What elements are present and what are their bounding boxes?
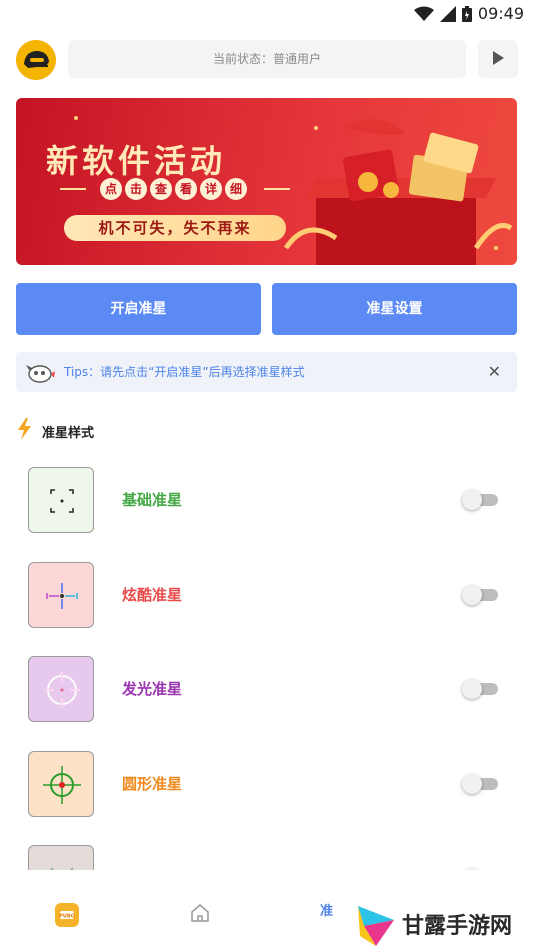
crosshair-style-item[interactable]: 炫酷准星 <box>28 562 508 628</box>
banner-divider-right <box>264 188 290 190</box>
crosshair-style-toggle[interactable] <box>462 679 500 699</box>
crosshair-style-label: 发光准星 <box>122 680 183 698</box>
cool-crosshair-preview <box>28 562 94 628</box>
status-bar: 09:49 <box>0 0 534 28</box>
pubg-icon: PUBG <box>54 903 80 932</box>
section-title: 准星样式 <box>42 425 95 441</box>
user-status-field: 当前状态：普通用户 <box>68 40 466 78</box>
banner-cta-char: 查 <box>150 178 172 200</box>
banner-subtitle: 机不可失，失不再来 <box>64 215 286 241</box>
tips-mascot-icon <box>26 362 56 388</box>
banner-cta: 点 击 查 看 详 细 <box>100 178 247 200</box>
crosshair-style-toggle[interactable] <box>462 585 500 605</box>
tab-pubg[interactable]: PUBG <box>54 902 80 932</box>
signal-icon <box>439 5 456 22</box>
avatar[interactable] <box>16 40 56 80</box>
banner-cta-char: 详 <box>200 178 222 200</box>
banner-cta-char: 细 <box>225 178 247 200</box>
watermark-logo-icon <box>354 902 398 950</box>
banner-cta-char: 点 <box>100 178 122 200</box>
crosshair-style-label: 圆形准星 <box>122 775 183 793</box>
watermark: 甘露手游网 <box>352 900 534 950</box>
glow-crosshair-preview <box>28 656 94 722</box>
crosshair-style-toggle[interactable] <box>462 774 500 794</box>
battery-icon <box>461 5 472 22</box>
crosshair-style-toggle[interactable] <box>462 490 500 510</box>
tips-bar: Tips：请先点击“开启准星”后再选择准星样式 ✕ <box>16 352 517 392</box>
crosshair-style-item[interactable]: 基础准星 <box>28 467 508 533</box>
promo-banner[interactable]: 新软件活动 点 击 查 看 详 细 机不可失，失不再来 <box>16 98 517 265</box>
tips-text: Tips：请先点击“开启准星”后再选择准星样式 <box>64 365 305 379</box>
home-icon <box>189 904 211 928</box>
banner-divider-left <box>60 188 86 190</box>
crosshair-style-label: 炫酷准星 <box>122 586 183 604</box>
lightning-icon <box>16 418 32 444</box>
crosshair-style-item[interactable]: 发光准星 <box>28 656 508 722</box>
crosshair-style-label: 基础准星 <box>122 491 183 509</box>
crosshair-settings-button[interactable]: 准星设置 <box>272 283 517 335</box>
close-icon[interactable]: ✕ <box>488 352 501 392</box>
banner-title: 新软件活动 <box>46 142 227 180</box>
tab-crosshair[interactable]: 准 <box>320 900 333 919</box>
crosshair-style-item[interactable]: 圆形准星 <box>28 751 508 817</box>
watermark-text: 甘露手游网 <box>402 914 513 939</box>
svg-text:PUBG: PUBG <box>59 914 75 920</box>
tab-crosshair-label: 准 <box>320 904 334 919</box>
basic-crosshair-preview <box>28 467 94 533</box>
play-icon <box>492 50 504 69</box>
circle-crosshair-preview <box>28 751 94 817</box>
header: 当前状态：普通用户 <box>16 40 518 80</box>
tab-home[interactable] <box>189 902 211 928</box>
play-button[interactable] <box>478 40 518 78</box>
clock: 09:49 <box>477 4 524 23</box>
wifi-icon <box>413 6 434 22</box>
banner-cta-char: 击 <box>125 178 147 200</box>
banner-cta-char: 看 <box>175 178 197 200</box>
list-fade <box>0 870 534 884</box>
enable-crosshair-button[interactable]: 开启准星 <box>16 283 261 335</box>
section-header: 准星样式 <box>16 418 94 444</box>
